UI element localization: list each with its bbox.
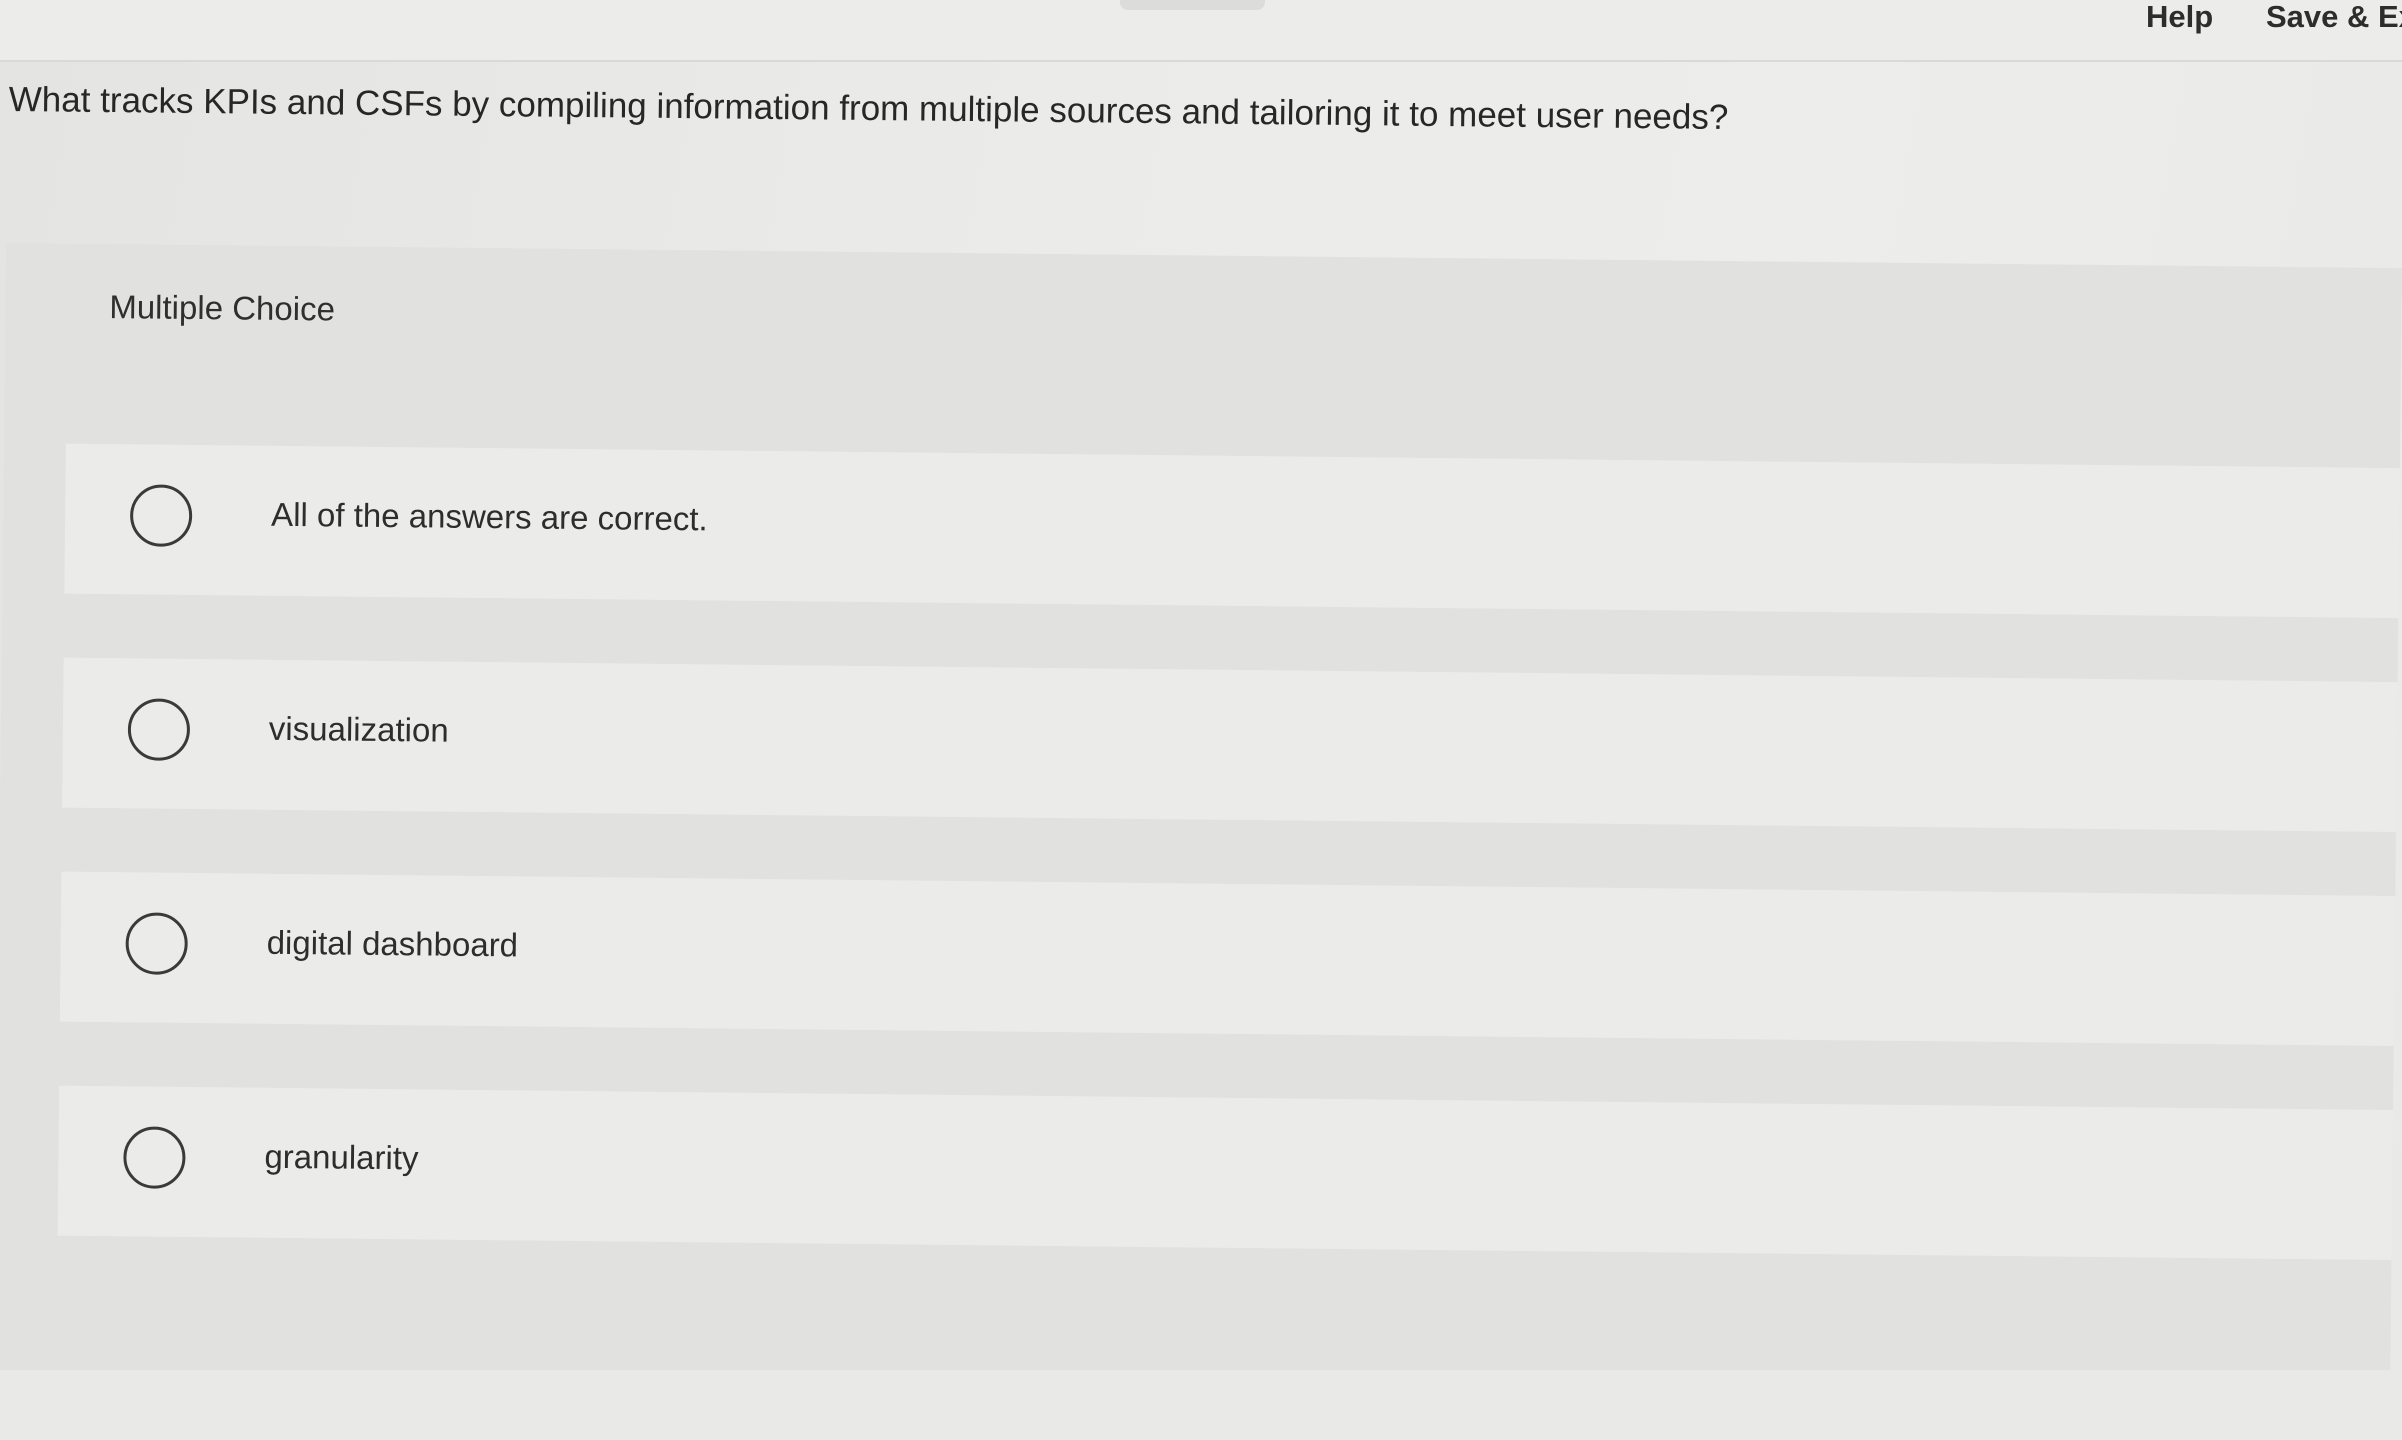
top-tab-decoration	[1120, 0, 1265, 10]
question-text: What tracks KPIs and CSFs by compiling i…	[8, 79, 1729, 138]
answer-option-granularity[interactable]: granularity	[57, 1085, 2394, 1261]
radio-button[interactable]	[129, 484, 193, 547]
answer-option-label: visualization	[268, 709, 449, 749]
save-exit-link[interactable]: Save & Ex	[2266, 0, 2402, 34]
multiple-choice-panel: Multiple Choice All of the answers are c…	[0, 243, 2402, 1399]
question-type-label: Multiple Choice	[109, 288, 336, 328]
answer-option-visualization[interactable]: visualization	[62, 657, 2398, 833]
answer-option-digital-dashboard[interactable]: digital dashboard	[59, 871, 2396, 1047]
radio-button[interactable]	[125, 912, 188, 975]
answer-option-all-correct[interactable]: All of the answers are correct.	[64, 443, 2400, 619]
quiz-page: Help Save & Ex What tracks KPIs and CSFs…	[0, 0, 2402, 1440]
help-link[interactable]: Help	[2146, 0, 2213, 34]
answer-option-label: All of the answers are correct.	[270, 495, 708, 538]
answer-option-label: digital dashboard	[266, 923, 519, 964]
top-bar: Help Save & Ex	[0, 0, 2402, 62]
radio-button[interactable]	[127, 698, 191, 761]
radio-button[interactable]	[123, 1126, 186, 1189]
answer-option-label: granularity	[264, 1137, 419, 1177]
bottom-band	[0, 1370, 2402, 1440]
